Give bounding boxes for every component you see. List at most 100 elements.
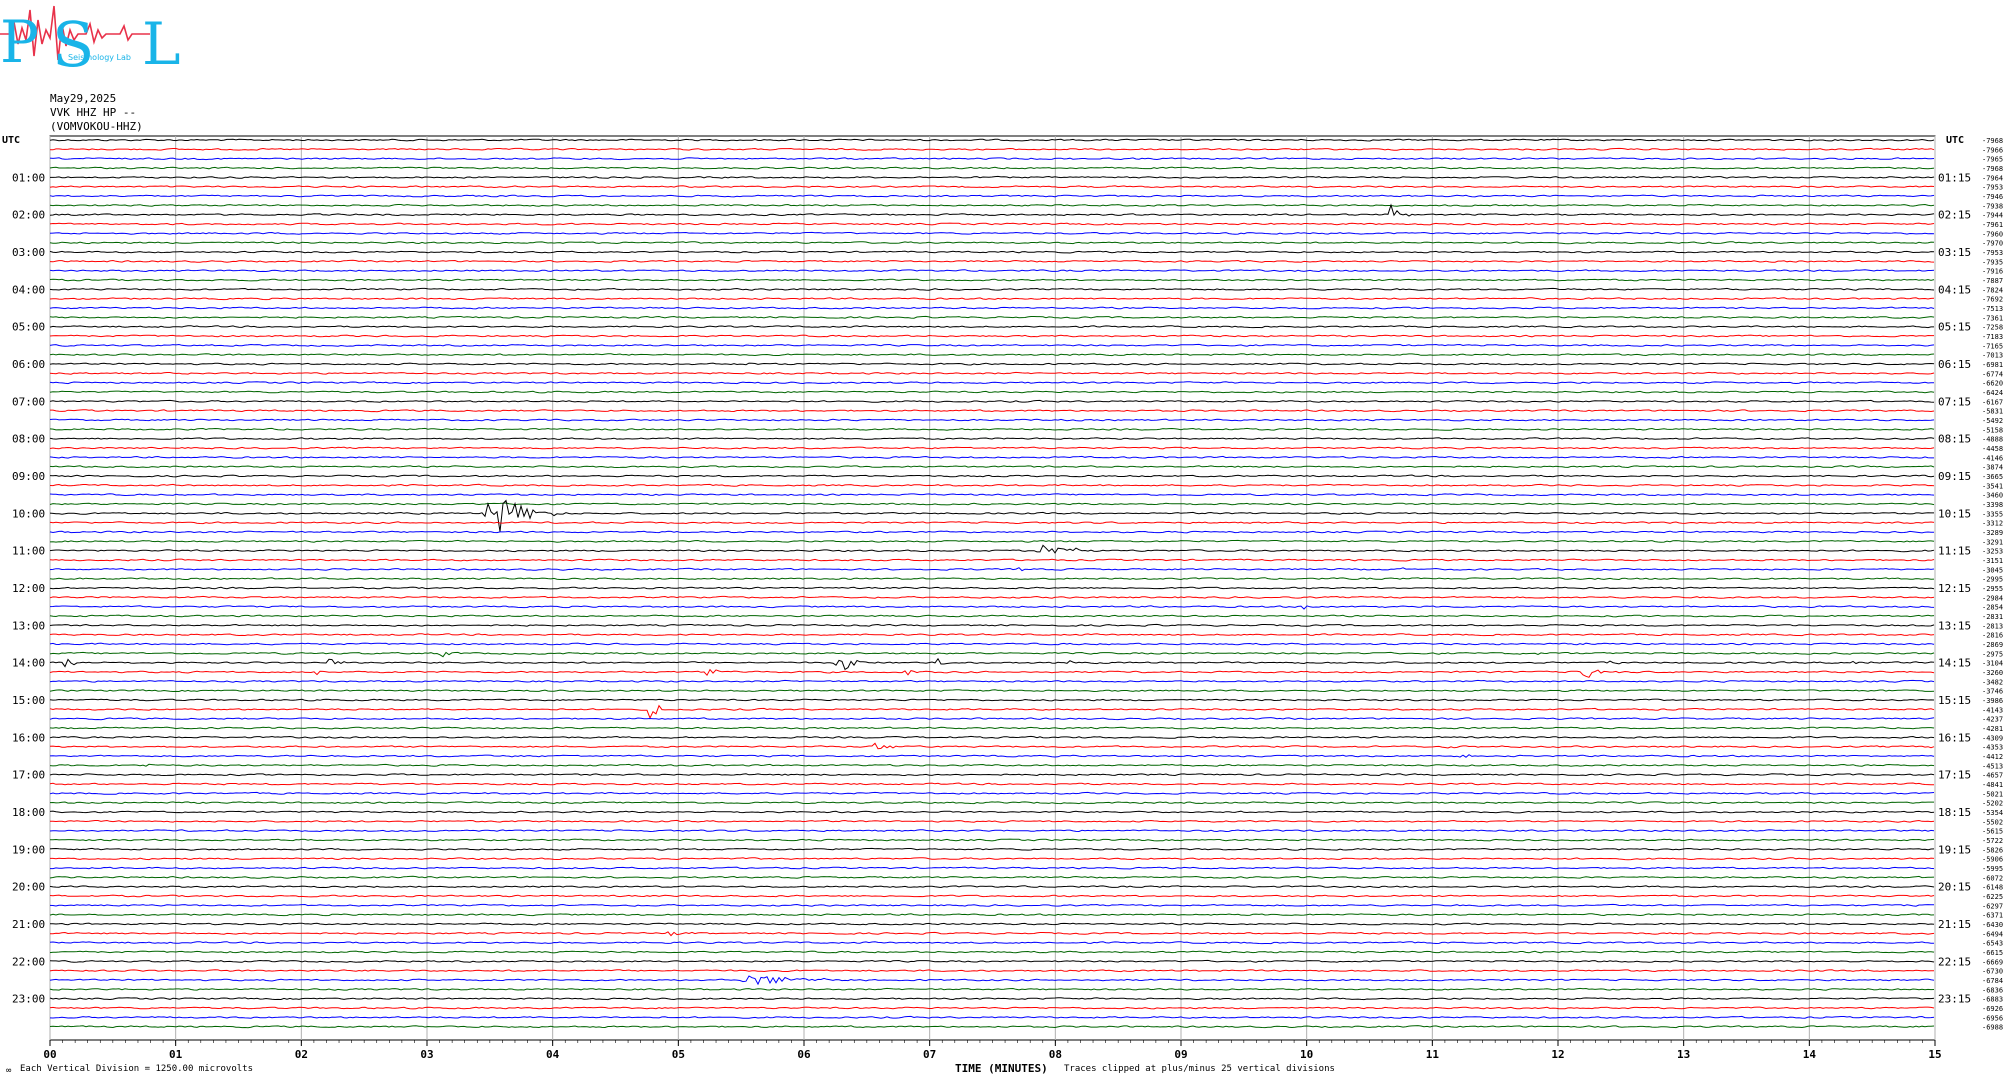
left-hour-label: 15:00	[12, 694, 45, 707]
seismic-trace	[49, 975, 1935, 986]
seismic-trace	[49, 138, 1935, 142]
trace-offset-label: -7165	[1982, 342, 2003, 350]
right-hour-label: 10:15	[1938, 507, 1971, 520]
seismic-trace	[49, 371, 1935, 375]
x-tick-label: 11	[1426, 1048, 1440, 1061]
right-hour-label: 11:15	[1938, 545, 1971, 558]
trace-offset-label: -6297	[1982, 902, 2003, 910]
trace-offset-label: -5021	[1982, 790, 2003, 798]
trace-offset-label: -3312	[1982, 520, 2003, 528]
right-utc-label: UTC	[1946, 135, 1964, 146]
trace-offset-label: -6836	[1982, 986, 2003, 994]
trace-offset-label: -3260	[1982, 669, 2003, 677]
seismic-trace	[49, 297, 1935, 301]
seismic-trace	[49, 847, 1935, 851]
left-hour-label: 04:00	[12, 283, 45, 296]
seismic-trace	[49, 726, 1935, 730]
trace-offset-label: -7965	[1982, 156, 2003, 164]
seismic-trace	[49, 829, 1935, 833]
trace-offset-label: -6615	[1982, 949, 2003, 957]
right-hour-label: 05:15	[1938, 321, 1971, 334]
trace-offset-label: -4412	[1982, 753, 2003, 761]
trace-offset-label: -3151	[1982, 557, 2003, 565]
trace-offset-label: -6669	[1982, 958, 2003, 966]
seismic-trace	[49, 418, 1935, 422]
right-hour-label: 08:15	[1938, 433, 1971, 446]
trace-offset-label: -3986	[1982, 697, 2003, 705]
trace-offset-label: -6774	[1982, 370, 2003, 378]
seismic-trace	[49, 353, 1935, 357]
seismic-trace	[49, 474, 1935, 478]
trace-offset-label: -5492	[1982, 417, 2003, 425]
seismic-trace	[49, 742, 1935, 750]
seismic-trace	[49, 325, 1934, 329]
trace-offset-label: -6371	[1982, 912, 2003, 920]
trace-offset-label: -4353	[1982, 744, 2003, 752]
x-axis-title: TIME (MINUTES)	[955, 1062, 1048, 1075]
seismic-trace	[49, 885, 1935, 889]
x-tick-label: 06	[797, 1048, 811, 1061]
trace-offset-label: -4143	[1982, 706, 2003, 714]
x-tick-label: 01	[169, 1048, 183, 1061]
right-hour-label: 22:15	[1938, 955, 1971, 968]
seismic-trace	[49, 987, 1935, 991]
trace-offset-label: -6988	[1982, 1024, 2003, 1032]
right-hour-label: 02:15	[1938, 209, 1971, 222]
trace-offset-label: -4237	[1982, 716, 2003, 724]
trace-offset-label: -5354	[1982, 809, 2003, 817]
seismic-trace	[49, 735, 1935, 739]
seismic-trace	[49, 1015, 1935, 1019]
trace-offset-label: -7692	[1982, 296, 2003, 304]
seismic-trace	[49, 493, 1935, 497]
right-hour-label: 23:15	[1938, 993, 1971, 1006]
grid-lines	[49, 135, 1936, 1046]
x-tick-label: 03	[420, 1048, 433, 1061]
trace-offset-label: -2975	[1982, 650, 2003, 658]
trace-offset-label: -7944	[1982, 212, 2003, 220]
seismic-trace	[49, 222, 1935, 226]
trace-offset-label: -4888	[1982, 436, 2003, 444]
seismic-trace	[50, 922, 1935, 926]
trace-offset-label: -5615	[1982, 828, 2003, 836]
seismic-trace	[49, 259, 1935, 263]
x-tick-label: 12	[1551, 1048, 1564, 1061]
seismic-trace	[49, 306, 1935, 310]
seismic-trace	[49, 483, 1935, 487]
x-tick-label: 00	[43, 1048, 56, 1061]
seismic-trace	[49, 334, 1934, 338]
trace-offset-label: -6784	[1982, 977, 2003, 985]
seismic-trace	[49, 913, 1935, 917]
seismic-trace	[49, 147, 1935, 151]
seismic-trace	[49, 633, 1935, 637]
seismic-trace	[49, 997, 1935, 1001]
right-hour-label: 07:15	[1938, 395, 1971, 408]
seismic-trace	[49, 231, 1935, 235]
right-hour-label: 14:15	[1938, 657, 1971, 670]
left-hour-label: 20:00	[12, 881, 45, 894]
seismic-trace	[49, 903, 1935, 907]
trace-offset-label: -7183	[1982, 333, 2003, 341]
trace-offset-label: -7513	[1982, 305, 2003, 313]
left-hour-label: 16:00	[12, 731, 45, 744]
seismic-trace	[49, 969, 1934, 973]
footer-scale-text: Each Vertical Division = 1250.00 microvo…	[20, 1064, 253, 1074]
left-hour-label: 12:00	[12, 582, 45, 595]
right-hour-label: 20:15	[1938, 881, 1971, 894]
seismic-trace	[49, 959, 1935, 963]
trace-offset-label: -3460	[1982, 492, 2003, 500]
trace-offset-label: -6494	[1982, 930, 2003, 938]
left-hour-label: 14:00	[12, 657, 45, 670]
trace-offset-label: -6424	[1982, 389, 2003, 397]
x-tick-label: 15	[1928, 1048, 1941, 1061]
trace-offset-label: -5906	[1982, 856, 2003, 864]
seismic-trace	[50, 409, 1935, 413]
seismic-trace	[50, 838, 1935, 842]
seismic-trace	[49, 763, 1935, 767]
seismic-trace	[49, 502, 1935, 506]
seismic-trace	[49, 455, 1934, 459]
trace-offset-label: -7361	[1982, 314, 2003, 322]
seismic-trace	[49, 362, 1935, 366]
trace-offset-label: -3541	[1982, 482, 2003, 490]
seismic-trace	[49, 623, 1935, 627]
seismic-trace	[49, 773, 1935, 777]
